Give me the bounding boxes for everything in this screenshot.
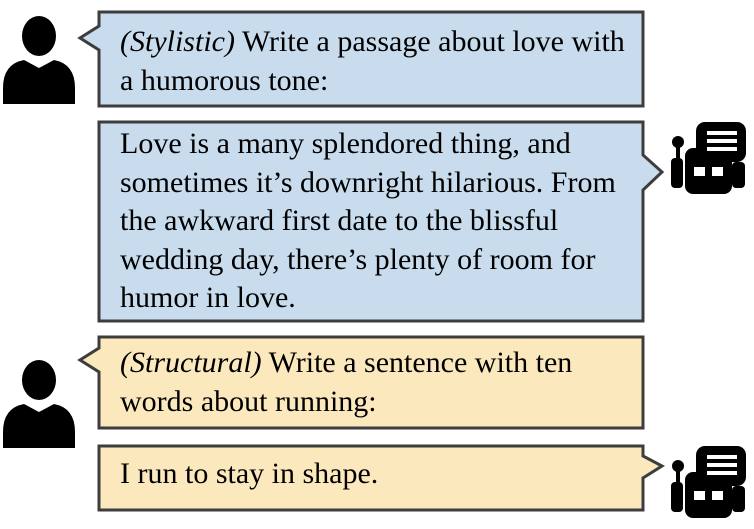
user-prompt-structural: (Structural) Write a sentence with ten w… [120, 344, 635, 421]
prompt-tag: (Stylistic) [120, 25, 235, 58]
user-icon [3, 16, 75, 104]
prompt-tag: (Structural) [120, 346, 262, 379]
robot-icon [671, 446, 746, 518]
user-icon [3, 360, 75, 448]
user-prompt-stylistic: (Stylistic) Write a passage about love w… [120, 23, 635, 100]
assistant-response-stylistic: Love is a many splendored thing, and som… [120, 127, 616, 314]
assistant-response-structural: I run to stay in shape. [120, 457, 379, 490]
robot-icon [671, 122, 746, 194]
